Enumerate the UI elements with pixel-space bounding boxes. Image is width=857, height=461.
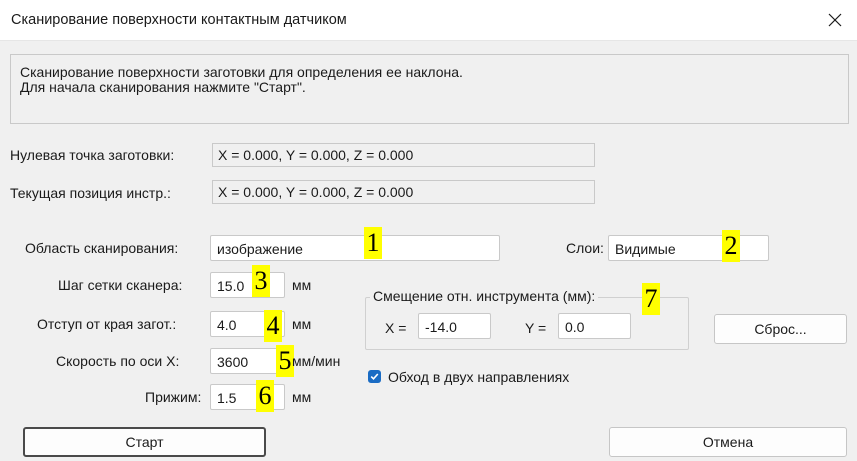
x-speed-unit: мм/мин — [292, 353, 341, 369]
edge-offset-label: Отступ от края загот.: — [37, 316, 177, 332]
pressure-label: Прижим: — [145, 389, 202, 405]
tool-offset-group-label: Смещение отн. инструмента (мм): — [370, 288, 599, 304]
reset-button[interactable]: Сброс... — [714, 314, 847, 344]
pressure-unit: мм — [292, 389, 312, 405]
marker-1: 1 — [364, 227, 382, 259]
description-line-2: Для начала сканирования нажмите "Старт". — [20, 79, 306, 95]
grid-step-label: Шаг сетки сканера: — [58, 277, 183, 293]
zero-point-label: Нулевая точка заготовки: — [10, 147, 175, 163]
marker-2: 2 — [722, 230, 740, 262]
offset-y-label: Y = — [525, 320, 547, 336]
scan-area-label: Область сканирования: — [25, 240, 179, 256]
current-position-value: X = 0.000, Y = 0.000, Z = 0.000 — [212, 180, 595, 204]
cancel-button[interactable]: Отмена — [609, 427, 847, 457]
layers-label: Слои: — [566, 240, 604, 256]
scan-area-select[interactable]: изображение — [210, 235, 500, 261]
offset-x-label: X = — [385, 320, 407, 336]
offset-x-input[interactable]: -14.0 — [418, 313, 491, 339]
start-button[interactable]: Старт — [23, 427, 266, 457]
marker-6: 6 — [256, 380, 274, 412]
dialog-title: Сканирование поверхности контактным датч… — [11, 12, 347, 28]
zero-point-value: X = 0.000, Y = 0.000, Z = 0.000 — [212, 143, 595, 167]
layers-select[interactable]: Видимые — [608, 235, 769, 261]
description-line-1: Сканирование поверхности заготовки для о… — [20, 64, 463, 80]
description-box: Сканирование поверхности заготовки для о… — [10, 54, 849, 124]
grid-step-unit: мм — [292, 277, 312, 293]
edge-offset-unit: мм — [292, 316, 312, 332]
marker-3: 3 — [252, 265, 270, 297]
grid-step-input[interactable]: 15.0 — [210, 272, 285, 298]
current-position-label: Текущая позиция инстр.: — [10, 185, 171, 201]
x-speed-input[interactable]: 3600 — [210, 348, 285, 374]
offset-y-input[interactable]: 0.0 — [558, 313, 631, 339]
checkmark-icon — [370, 373, 379, 380]
marker-4: 4 — [264, 310, 282, 342]
close-icon — [828, 13, 842, 27]
bidirectional-label[interactable]: Обход в двух направлениях — [388, 369, 569, 385]
x-speed-label: Скорость по оси X: — [56, 353, 180, 369]
bidirectional-checkbox[interactable] — [368, 370, 381, 383]
close-button[interactable] — [813, 0, 857, 40]
marker-7: 7 — [642, 283, 660, 315]
